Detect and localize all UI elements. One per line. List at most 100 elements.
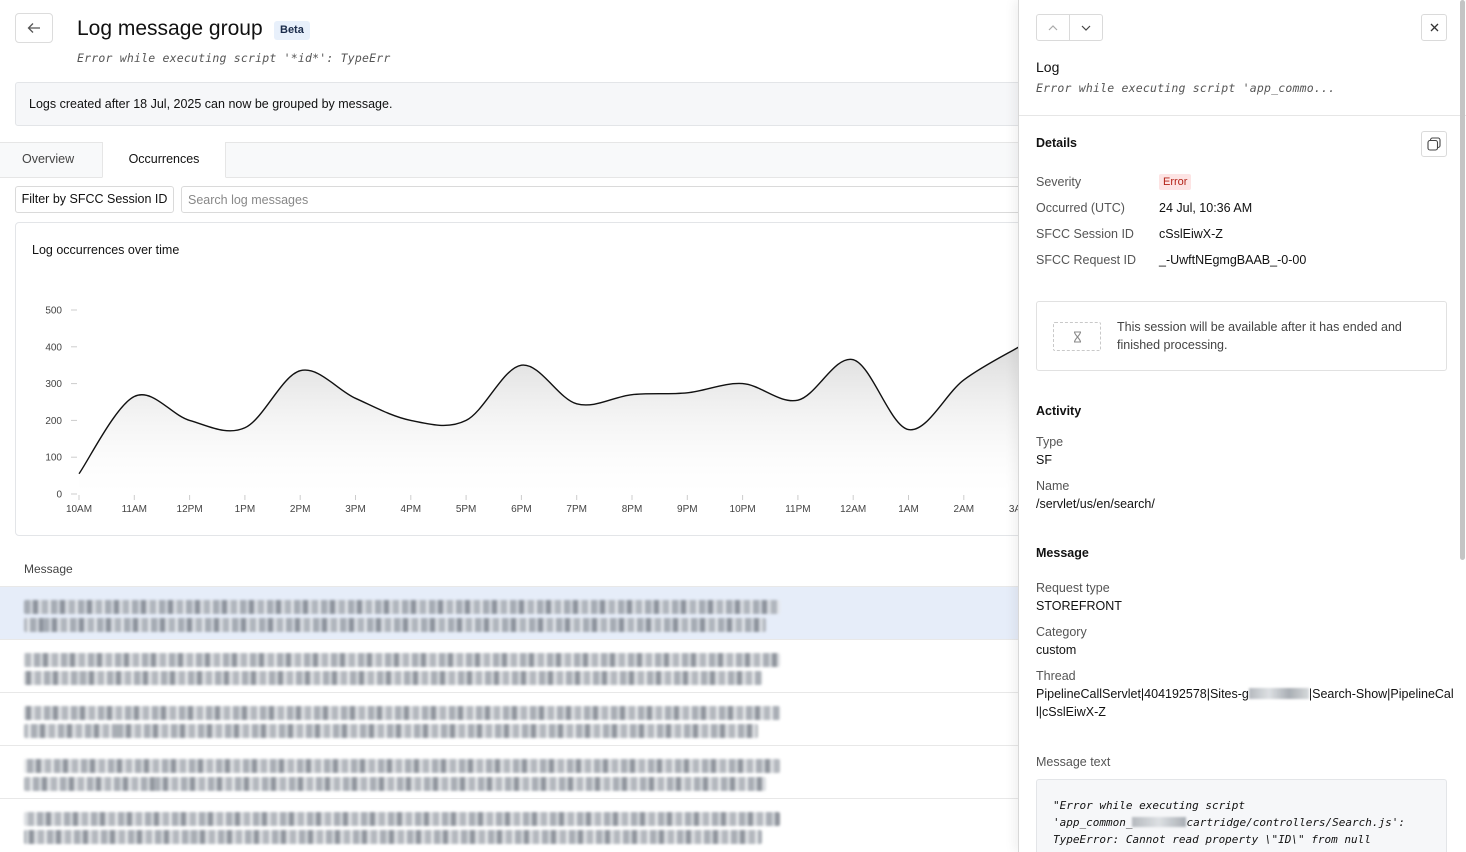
severity-label: Severity [1036,175,1082,189]
redacted-message-text [24,653,780,667]
session-id-label: SFCC Session ID [1036,227,1134,241]
message-row[interactable] [0,639,1018,692]
message-text-line-2-prefix: 'app_common_ [1053,816,1133,829]
occurrences-chart: 0 100 200 300 400 500 10AM 11AM 12PM 1PM 2PM 3PM 4P… [45,306,1018,515]
x-tick-label: 12AM [840,504,866,515]
thread-value-prefix: PipelineCallServlet|404192578|Sites-g [1036,687,1249,701]
x-tick-label: 4PM [401,504,422,515]
message-text-line-1: "Error while executing script [1053,799,1246,812]
redacted-text [1132,817,1187,827]
category-label: Category [1036,625,1087,639]
severity-badge: Error [1159,174,1192,190]
back-button[interactable] [15,13,53,43]
tab-occurrences[interactable]: Occurrences [102,142,226,178]
tab-bar: Overview Occurrences [0,142,1018,178]
message-text-line-3: TypeError: Cannot read property \"ID\" f… [1053,833,1371,846]
x-tick-label: 7PM [566,504,587,515]
details-section-title: Details [1036,136,1077,150]
activity-name-value: /servlet/us/en/search/ [1036,497,1155,511]
occurred-label: Occurred (UTC) [1036,201,1125,215]
redacted-message-text [24,724,758,738]
x-tick-label: 5PM [456,504,477,515]
x-tick-label: 11AM [122,504,147,515]
message-row[interactable] [0,745,1018,798]
close-panel-button[interactable] [1421,14,1447,41]
y-tick-label: 500 [45,306,62,317]
message-text-box: "Error while executing script 'app_commo… [1036,779,1447,852]
activity-type-value: SF [1036,453,1052,467]
thread-value: PipelineCallServlet|404192578|Sites-g |Se… [1036,685,1454,721]
category-value: custom [1036,643,1077,657]
redacted-message-text [24,618,766,632]
next-log-button[interactable] [1069,15,1102,40]
log-navigation [1036,14,1103,41]
y-tick-label: 300 [45,379,62,390]
request-type-label: Request type [1036,581,1110,595]
copy-icon [1427,137,1441,151]
x-tick-label: 8PM [622,504,643,515]
activity-type-label: Type [1036,435,1064,449]
message-row[interactable] [0,586,1018,639]
x-tick-label: 1PM [235,504,256,515]
search-input[interactable] [181,186,1018,213]
page-subtitle: Error while executing script '*id*': Typ… [77,51,391,65]
request-type-value: STOREFRONT [1036,599,1122,613]
arrow-left-icon [27,23,40,33]
message-list [0,586,1018,851]
info-banner-text: Logs created after 18 Jul, 2025 can now … [29,97,393,111]
hourglass-icon [1073,330,1081,343]
filter-session-button[interactable]: Filter by SFCC Session ID [15,186,174,213]
panel-scrollbar[interactable] [1460,0,1465,560]
tab-overview[interactable]: Overview [0,142,96,178]
redacted-message-text [24,706,780,720]
redacted-message-text [24,600,780,614]
request-id-value: _-UwftNEgmgBAAB_-0-00 [1159,253,1307,267]
session-id-value: cSslEiwX-Z [1159,227,1223,241]
x-tick-label: 2PM [290,504,311,515]
x-tick-label: 6PM [511,504,532,515]
x-tick-label: 10PM [730,504,756,515]
message-column-header: Message [24,562,73,576]
page-title: Log message group [77,17,263,40]
copy-details-button[interactable] [1421,131,1447,157]
activity-name-label: Name [1036,479,1070,493]
x-tick-label: 12PM [177,504,203,515]
panel-subtitle: Error while executing script 'app_commo.… [1036,81,1336,95]
close-icon [1430,23,1438,32]
x-tick-label: 1AM [898,504,919,515]
log-detail-panel: Log Error while executing script 'app_co… [1018,0,1466,852]
y-tick-label: 400 [45,342,62,353]
message-text-line-2-suffix: cartridge/controllers/Search.js': [1186,816,1406,829]
beta-badge: Beta [274,21,310,40]
x-tick-label: 3AM [1009,504,1018,515]
session-notice: This session will be available after it … [1036,301,1447,371]
chevron-down-icon [1081,25,1091,31]
panel-divider [1019,115,1466,116]
x-tick-label: 3PM [345,504,366,515]
session-placeholder [1053,322,1101,351]
redacted-message-text [24,812,780,826]
info-banner: Logs created after 18 Jul, 2025 can now … [15,82,1018,126]
message-row[interactable] [0,798,1018,851]
redacted-text [1248,688,1309,699]
main-content: Log message group Beta Error while execu… [0,0,1018,852]
x-tick-label: 2AM [954,504,975,515]
message-row[interactable] [0,692,1018,745]
redacted-message-text [24,759,780,773]
x-tick-label: 10AM [66,504,92,515]
message-text-label: Message text [1036,755,1111,769]
panel-title: Log [1036,59,1060,75]
y-tick-label: 100 [45,453,62,464]
message-text-line-2: 'app_common_ cartridge/controllers/Search… [1053,814,1446,831]
x-tick-label: 11PM [785,504,810,515]
request-id-label: SFCC Request ID [1036,253,1137,267]
y-tick-label: 200 [45,416,62,427]
x-tick-label: 9PM [677,504,698,515]
redacted-message-text [24,671,762,685]
y-tick-label: 0 [56,490,62,501]
message-section-title: Message [1036,546,1089,560]
activity-section-title: Activity [1036,404,1082,418]
redacted-message-text [24,777,766,791]
chart-area [79,347,1018,494]
previous-log-button[interactable] [1037,15,1069,40]
